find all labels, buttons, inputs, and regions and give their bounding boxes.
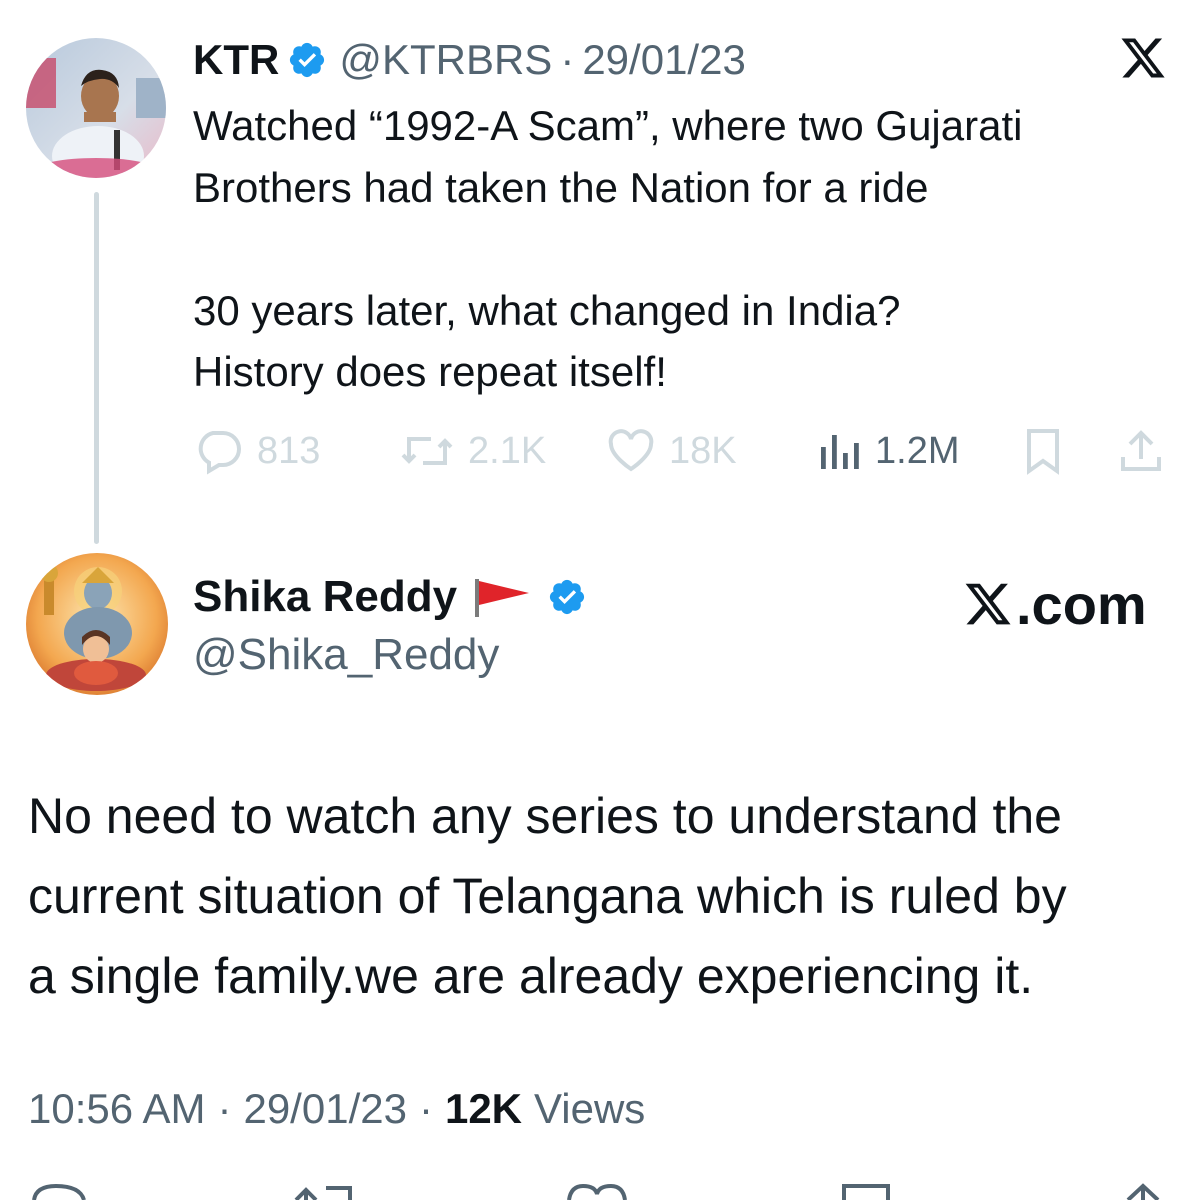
red-flag-icon xyxy=(471,577,533,617)
tweet-text-blank-line xyxy=(193,218,1183,280)
shika-avatar[interactable] xyxy=(26,553,168,695)
repost-button[interactable]: 2.1K xyxy=(398,424,546,478)
tweet-time[interactable]: 10:56 AM xyxy=(28,1085,205,1133)
reply-text-line: No need to watch any series to understan… xyxy=(28,788,1062,844)
thread-connector-line xyxy=(94,192,99,544)
views-count: 1.2M xyxy=(875,429,960,472)
reply-tweet-actions-cropped xyxy=(0,1176,1200,1200)
reply-author-name[interactable]: Shika Reddy xyxy=(193,572,457,622)
reply-icon[interactable] xyxy=(30,1180,90,1200)
tweet-date[interactable]: 29/01/23 xyxy=(582,36,746,84)
heart-icon[interactable] xyxy=(565,1180,629,1200)
author-name[interactable]: KTR xyxy=(193,36,279,84)
parent-tweet-text: Watched “1992-A Scam”, where two Gujarat… xyxy=(193,95,1183,403)
reply-views-label: Views xyxy=(534,1085,646,1132)
bookmark-icon xyxy=(1027,429,1059,475)
separator-dot: · xyxy=(560,36,575,83)
ktr-avatar[interactable] xyxy=(26,38,166,178)
share-icon[interactable] xyxy=(1118,1180,1168,1200)
heart-icon xyxy=(608,429,654,472)
repost-icon[interactable] xyxy=(290,1180,360,1200)
share-icon xyxy=(1121,430,1161,471)
like-count: 18K xyxy=(669,429,737,472)
reply-tweet-text: No need to watch any series to understan… xyxy=(28,776,1188,1016)
repost-icon xyxy=(401,437,453,465)
reply-button[interactable]: 813 xyxy=(193,424,320,478)
share-button[interactable] xyxy=(1117,424,1165,478)
x-com-brand: .com xyxy=(962,572,1147,636)
tweet-text-line: Watched “1992-A Scam”, where two Gujarat… xyxy=(193,102,1023,149)
separator-dot: · xyxy=(217,1085,232,1132)
verified-badge-icon xyxy=(547,577,587,617)
reply-text-line: current situation of Telangana which is … xyxy=(28,868,1067,924)
repost-count: 2.1K xyxy=(468,429,547,472)
reply-views-count: 12K xyxy=(444,1085,523,1132)
parent-tweet-actions: 813 2.1K 18K 1.2M xyxy=(193,424,1173,478)
parent-tweet-header: KTR @KTRBRS · 29/01/23 xyxy=(193,34,746,86)
tweet-screenshot: KTR @KTRBRS · 29/01/23 Watched “1992-A S… xyxy=(0,0,1200,1200)
verified-badge-icon xyxy=(287,40,327,80)
reply-tweet-meta: 10:56 AM · 29/01/23 · 12K Views xyxy=(28,1082,645,1136)
views-bar-chart-icon xyxy=(821,435,859,469)
views-button[interactable]: 1.2M xyxy=(815,424,959,478)
reply-tweet-header: Shika Reddy xyxy=(193,570,599,624)
tweet-text-line: History does repeat itself! xyxy=(193,348,667,395)
reply-icon xyxy=(198,431,241,475)
author-handle[interactable]: @KTRBRS xyxy=(339,36,552,84)
x-com-brand-text: .com xyxy=(1016,572,1147,636)
like-button[interactable]: 18K xyxy=(605,424,737,478)
reply-text-line: a single family.we are already experienc… xyxy=(28,948,1034,1004)
bookmark-button[interactable] xyxy=(1021,424,1065,478)
separator-dot: · xyxy=(418,1085,433,1132)
bookmark-icon[interactable] xyxy=(840,1180,892,1200)
tweet-date[interactable]: 29/01/23 xyxy=(243,1085,407,1133)
tweet-text-line: 30 years later, what changed in India? xyxy=(193,286,901,334)
reply-author-handle[interactable]: @Shika_Reddy xyxy=(193,630,499,680)
reply-count: 813 xyxy=(257,429,321,472)
x-logo-icon xyxy=(965,583,1011,625)
x-logo-icon xyxy=(1117,34,1169,82)
tweet-text-line: Brothers had taken the Nation for a ride xyxy=(193,163,929,211)
